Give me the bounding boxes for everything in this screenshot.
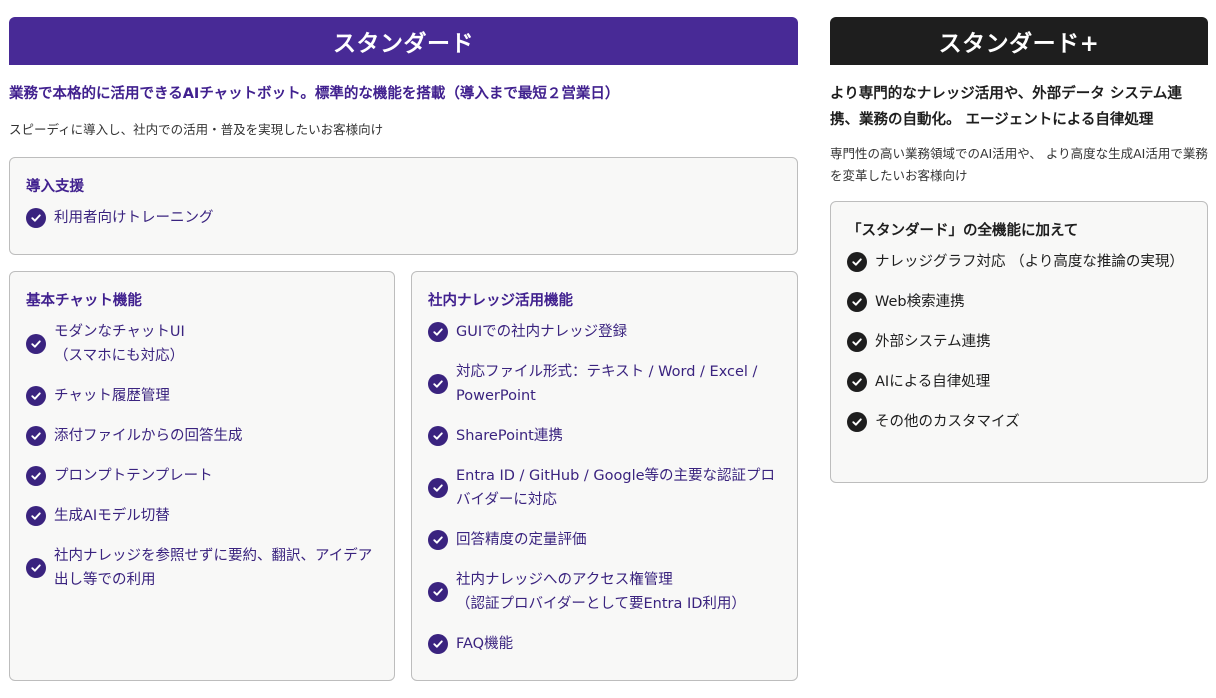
check-circle-icon bbox=[428, 322, 448, 342]
check-circle-icon bbox=[428, 530, 448, 550]
feature-item: ナレッジグラフ対応 （より高度な推論の実現） bbox=[847, 250, 1191, 274]
plan-standard-target: スピーディに導入し、社内での活用・普及を実現したいお客様向け bbox=[9, 122, 384, 137]
feature-item-label: 外部システム連携 bbox=[875, 334, 991, 350]
feature-item-label: 回答精度の定量評価 bbox=[456, 532, 587, 548]
feature-item: 添付ファイルからの回答生成 bbox=[26, 424, 378, 448]
feature-item: Entra ID / GitHub / Google等の主要な認証プロバイダーに… bbox=[428, 464, 781, 512]
check-circle-icon bbox=[26, 386, 46, 406]
knowledge-title: 社内ナレッジ活用機能 bbox=[428, 293, 573, 309]
basic-chat-list: モダンなチャットUI （スマホにも対応） チャット履歴管理添付ファイルからの回答生成… bbox=[26, 320, 378, 592]
plan-standard-plus-title: スタンダード+ bbox=[938, 31, 1100, 57]
check-circle-icon bbox=[26, 506, 46, 526]
check-circle-icon bbox=[26, 466, 46, 486]
feature-item: プロンプトテンプレート bbox=[26, 464, 378, 488]
feature-item-label: その他のカスタマイズ bbox=[875, 414, 1020, 430]
feature-item: モダンなチャットUI （スマホにも対応） bbox=[26, 320, 378, 368]
feature-item-label: SharePoint連携 bbox=[456, 428, 563, 444]
plan-standard-tagline: 業務で本格的に活用できるAIチャットボット。標準的な機能を搭載（導入まで最短２営… bbox=[9, 86, 620, 102]
feature-item-label: 対応ファイル形式：テキスト / Word / Excel / PowerPoin… bbox=[456, 364, 758, 404]
check-circle-icon bbox=[26, 558, 46, 578]
feature-item-label: 社内ナレッジへのアクセス権管理 （認証プロバイダーとして要Entra ID利用） bbox=[456, 572, 746, 612]
feature-item: 生成AIモデル切替 bbox=[26, 504, 378, 528]
plan-standard-header: スタンダード bbox=[9, 17, 798, 65]
onboarding-title: 導入支援 bbox=[26, 179, 84, 195]
check-circle-icon bbox=[26, 426, 46, 446]
check-circle-icon bbox=[847, 412, 867, 432]
feature-item: GUIでの社内ナレッジ登録 bbox=[428, 320, 781, 344]
plan-standard-plus: スタンダード+ より専門的なナレッジ活用や、外部データ システム連携、業務の自動… bbox=[830, 17, 1208, 483]
check-circle-icon bbox=[847, 332, 867, 352]
plan-standard-plus-tagline: より専門的なナレッジ活用や、外部データ システム連携、業務の自動化。 エージェン… bbox=[830, 86, 1182, 128]
basic-chat-box: 基本チャット機能 モダンなチャットUI （スマホにも対応） チャット履歴管理添付ファ… bbox=[9, 271, 395, 681]
knowledge-list: GUIでの社内ナレッジ登録対応ファイル形式：テキスト / Word / Exce… bbox=[428, 320, 781, 656]
check-circle-icon bbox=[847, 252, 867, 272]
feature-item: その他のカスタマイズ bbox=[847, 410, 1191, 434]
feature-item-label: プロンプトテンプレート bbox=[54, 468, 213, 484]
check-circle-icon bbox=[428, 478, 448, 498]
plus-features-box: 「スタンダード」の全機能に加えて ナレッジグラフ対応 （より高度な推論の実現） W… bbox=[830, 201, 1208, 483]
check-circle-icon bbox=[428, 582, 448, 602]
check-circle-icon bbox=[428, 426, 448, 446]
feature-item: Web検索連携 bbox=[847, 290, 1191, 314]
check-circle-icon bbox=[847, 292, 867, 312]
plus-features-title: 「スタンダード」の全機能に加えて bbox=[847, 223, 1079, 239]
feature-item-label: FAQ機能 bbox=[456, 636, 514, 652]
onboarding-list: 利用者向けトレーニング bbox=[26, 206, 781, 230]
check-circle-icon bbox=[26, 208, 46, 228]
feature-item: 回答精度の定量評価 bbox=[428, 528, 781, 552]
check-circle-icon bbox=[428, 634, 448, 654]
plan-standard: スタンダード 業務で本格的に活用できるAIチャットボット。標準的な機能を搭載（導… bbox=[9, 17, 798, 681]
feature-item: 社内ナレッジを参照せずに要約、翻訳、アイデア出し等での利用 bbox=[26, 544, 378, 592]
feature-item: 利用者向けトレーニング bbox=[26, 206, 781, 230]
feature-item-label: GUIでの社内ナレッジ登録 bbox=[456, 324, 628, 340]
feature-item: FAQ機能 bbox=[428, 632, 781, 656]
feature-item-label: 利用者向けトレーニング bbox=[54, 210, 214, 226]
onboarding-box: 導入支援 利用者向けトレーニング bbox=[9, 157, 798, 255]
feature-item-label: AIによる自律処理 bbox=[875, 374, 991, 390]
feature-item-label: モダンなチャットUI （スマホにも対応） bbox=[54, 324, 185, 364]
check-circle-icon bbox=[26, 334, 46, 354]
feature-item: 社内ナレッジへのアクセス権管理 （認証プロバイダーとして要Entra ID利用） bbox=[428, 568, 781, 616]
check-circle-icon bbox=[428, 374, 448, 394]
feature-item-label: 添付ファイルからの回答生成 bbox=[54, 428, 243, 444]
feature-item-label: 生成AIモデル切替 bbox=[54, 508, 170, 524]
feature-item-label: Entra ID / GitHub / Google等の主要な認証プロバイダーに… bbox=[456, 468, 776, 508]
check-circle-icon bbox=[847, 372, 867, 392]
feature-item: チャット履歴管理 bbox=[26, 384, 378, 408]
feature-item-label: 社内ナレッジを参照せずに要約、翻訳、アイデア出し等での利用 bbox=[54, 548, 373, 588]
feature-item-label: チャット履歴管理 bbox=[54, 388, 170, 404]
feature-item-label: ナレッジグラフ対応 （より高度な推論の実現） bbox=[875, 254, 1184, 270]
plan-standard-plus-target: 専門性の高い業務領域でのAI活用や、 より高度な生成AI活用で業務を変革したいお… bbox=[830, 146, 1208, 183]
feature-item: AIによる自律処理 bbox=[847, 370, 1191, 394]
plus-features-list: ナレッジグラフ対応 （より高度な推論の実現） Web検索連携外部システム連携 AIに… bbox=[847, 250, 1191, 434]
feature-item: 外部システム連携 bbox=[847, 330, 1191, 354]
feature-item-label: Web検索連携 bbox=[875, 294, 965, 310]
plan-standard-plus-header: スタンダード+ bbox=[830, 17, 1208, 65]
basic-chat-title: 基本チャット機能 bbox=[26, 293, 142, 309]
feature-item: 対応ファイル形式：テキスト / Word / Excel / PowerPoin… bbox=[428, 360, 781, 408]
feature-item: SharePoint連携 bbox=[428, 424, 781, 448]
plan-standard-title: スタンダード bbox=[333, 31, 474, 57]
knowledge-box: 社内ナレッジ活用機能 GUIでの社内ナレッジ登録対応ファイル形式：テキスト / … bbox=[411, 271, 798, 681]
